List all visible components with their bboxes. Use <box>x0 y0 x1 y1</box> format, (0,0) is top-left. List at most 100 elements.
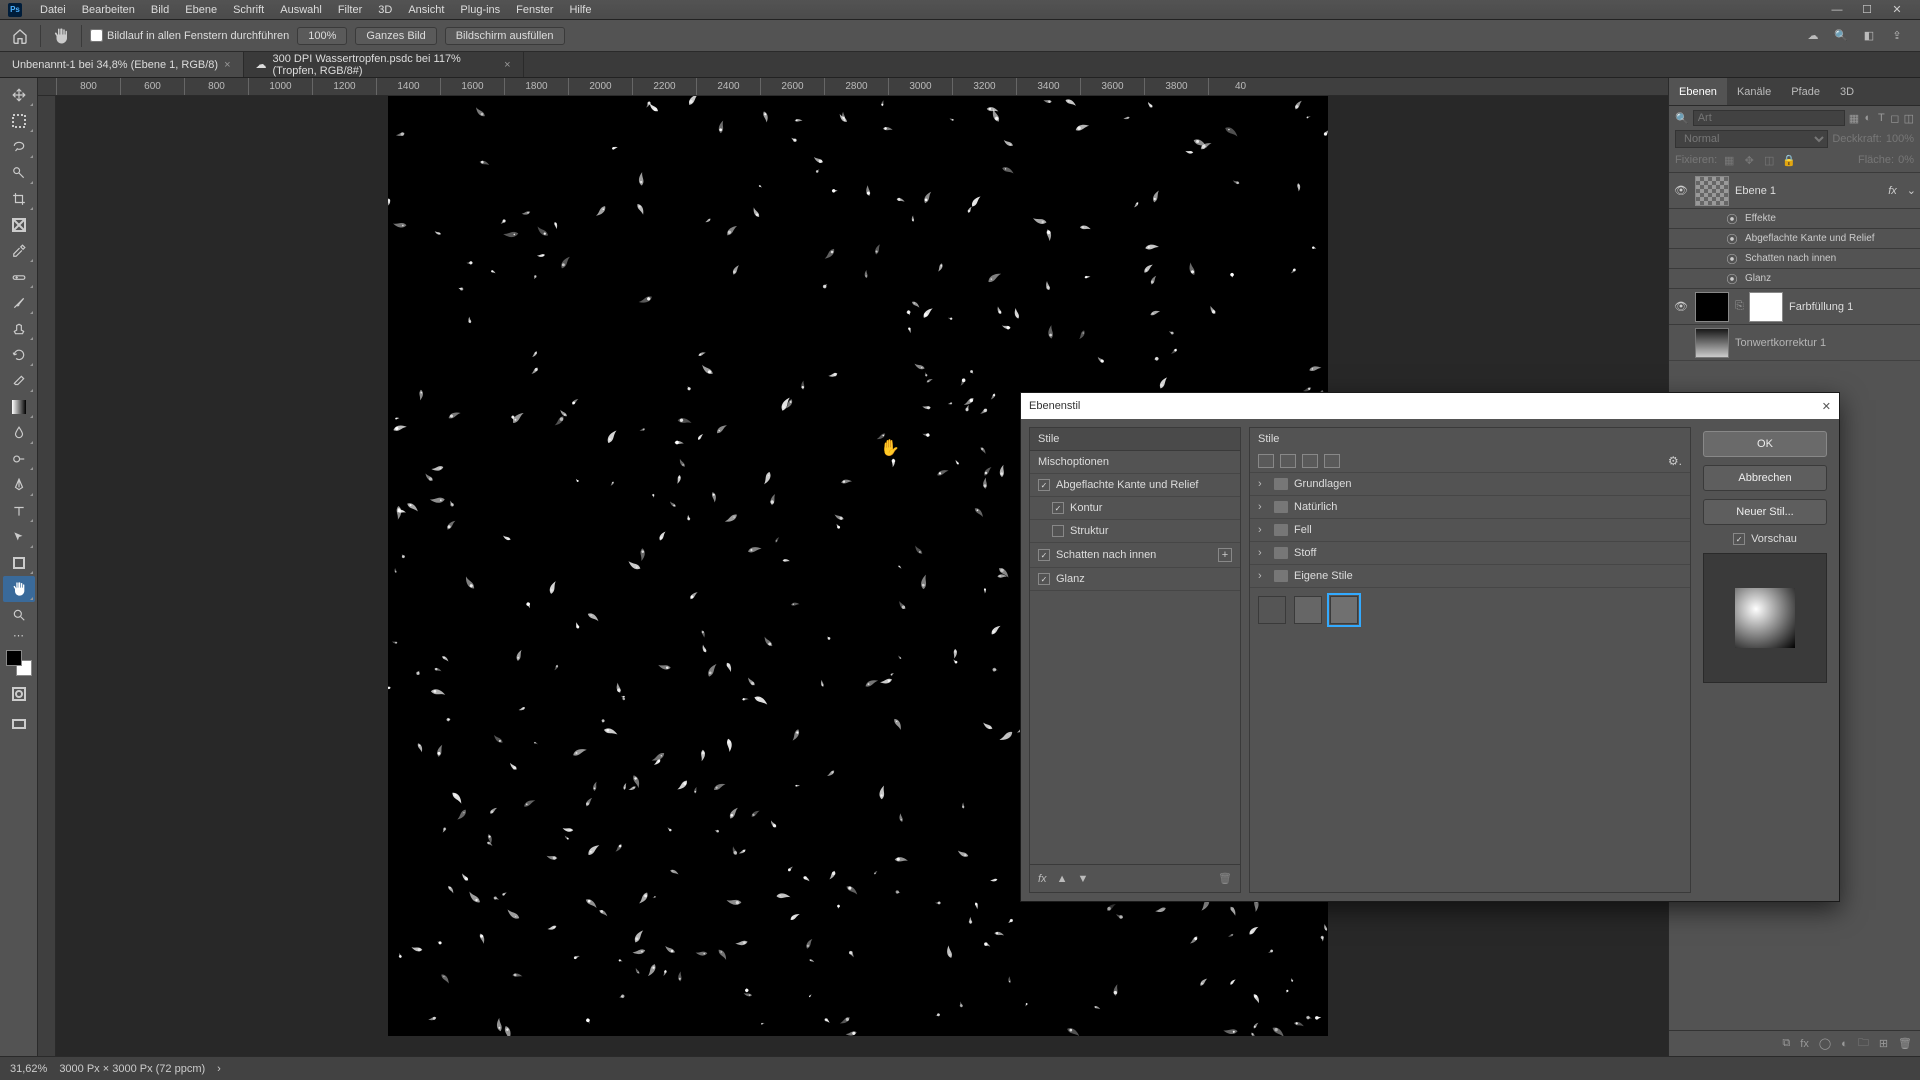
contour-item[interactable]: Kontur <box>1030 497 1240 520</box>
arrow-down-icon[interactable]: ▼ <box>1077 873 1088 885</box>
home-button[interactable] <box>8 24 32 48</box>
fx-satin[interactable]: ⦿ Glanz <box>1669 269 1920 289</box>
lasso-tool[interactable] <box>3 134 35 160</box>
close-icon[interactable]: × <box>224 59 230 71</box>
folder-stoff[interactable]: ›Stoff <box>1250 542 1690 565</box>
marquee-tool[interactable] <box>3 108 35 134</box>
mask-icon[interactable]: ◯ <box>1819 1037 1831 1050</box>
visibility-toggle[interactable]: ⦿ <box>1725 231 1739 247</box>
add-effect-icon[interactable]: + <box>1218 548 1232 562</box>
close-icon[interactable]: × <box>504 59 510 71</box>
color-swatch[interactable] <box>6 650 32 676</box>
layer-name[interactable]: Tonwertkorrektur 1 <box>1735 337 1916 349</box>
visibility-toggle[interactable]: 👁 <box>1673 184 1689 197</box>
tab-pfade[interactable]: Pfade <box>1781 78 1830 105</box>
filter-adjust-icon[interactable]: ◐ <box>1863 110 1873 126</box>
folder-natuerlich[interactable]: ›Natürlich <box>1250 496 1690 519</box>
fill-screen-button[interactable]: Bildschirm ausfüllen <box>445 27 565 45</box>
inner-shadow-item[interactable]: Schatten nach innen + <box>1030 543 1240 568</box>
visibility-toggle[interactable]: ⦿ <box>1725 271 1739 287</box>
checkbox-icon[interactable] <box>1038 573 1050 585</box>
view-small-icon[interactable] <box>1258 454 1274 468</box>
filter-type-icon[interactable]: T <box>1877 110 1887 126</box>
layer-name[interactable]: Ebene 1 <box>1735 185 1882 197</box>
window-minimize-button[interactable]: — <box>1822 1 1852 19</box>
preset-3[interactable] <box>1330 596 1358 624</box>
menu-filter[interactable]: Filter <box>330 4 370 16</box>
zoom-level[interactable]: 31,62% <box>10 1063 47 1075</box>
menu-ebene[interactable]: Ebene <box>177 4 225 16</box>
fx-inner-shadow[interactable]: ⦿ Schatten nach innen <box>1669 249 1920 269</box>
mask-thumbnail[interactable] <box>1749 292 1783 322</box>
lock-all-icon[interactable]: 🔒 <box>1781 152 1797 168</box>
layer-filter-input[interactable] <box>1693 110 1845 126</box>
hand-tool[interactable] <box>3 576 35 602</box>
menu-ansicht[interactable]: Ansicht <box>400 4 452 16</box>
layer-thumbnail[interactable] <box>1695 176 1729 206</box>
quickmask-button[interactable] <box>3 682 35 706</box>
crop-tool[interactable] <box>3 186 35 212</box>
checkbox-icon[interactable] <box>1052 502 1064 514</box>
trash-icon[interactable]: 🗑 <box>1218 872 1232 885</box>
pen-tool[interactable] <box>3 472 35 498</box>
menu-auswahl[interactable]: Auswahl <box>272 4 330 16</box>
filter-shape-icon[interactable]: ◻ <box>1890 110 1900 126</box>
ok-button[interactable]: OK <box>1703 431 1827 457</box>
lock-artboard-icon[interactable]: ◫ <box>1761 152 1777 168</box>
filter-smart-icon[interactable]: ◫ <box>1904 110 1914 126</box>
menu-schrift[interactable]: Schrift <box>225 4 272 16</box>
view-large-icon[interactable] <box>1302 454 1318 468</box>
checkbox-icon[interactable] <box>1038 479 1050 491</box>
lock-pixels-icon[interactable]: ▦ <box>1721 152 1737 168</box>
gear-icon[interactable]: ⚙. <box>1668 454 1682 468</box>
window-close-button[interactable]: ✕ <box>1882 1 1912 19</box>
screenmode-button[interactable] <box>3 712 35 736</box>
menu-bild[interactable]: Bild <box>143 4 177 16</box>
folder-fell[interactable]: ›Fell <box>1250 519 1690 542</box>
cloud-docs-icon[interactable]: ☁ <box>1804 27 1822 45</box>
visibility-toggle[interactable]: 👁 <box>1673 300 1689 313</box>
checkbox-icon[interactable] <box>1052 525 1064 537</box>
link-icon[interactable]: ⎘ <box>1735 300 1743 313</box>
zoom-100-button[interactable]: 100% <box>297 27 347 45</box>
adjustment-icon[interactable]: ◐ <box>1841 1038 1848 1050</box>
history-brush-tool[interactable] <box>3 342 35 368</box>
fx-menu-icon[interactable]: fx <box>1038 873 1047 885</box>
document-tab-2[interactable]: ☁ 300 DPI Wassertropfen.psdc bei 117% (T… <box>244 52 524 77</box>
workspace-icon[interactable]: ◧ <box>1860 27 1878 45</box>
gradient-tool[interactable] <box>3 394 35 420</box>
eraser-tool[interactable] <box>3 368 35 394</box>
preset-2[interactable] <box>1294 596 1322 624</box>
blending-options-item[interactable]: Mischoptionen <box>1030 451 1240 474</box>
effects-header[interactable]: ⦿ Effekte <box>1669 209 1920 229</box>
link-layers-icon[interactable]: ⧉ <box>1782 1037 1790 1050</box>
blend-mode-select[interactable]: Normal <box>1675 130 1828 148</box>
cancel-button[interactable]: Abbrechen <box>1703 465 1827 491</box>
dodge-tool[interactable] <box>3 446 35 472</box>
clone-stamp-tool[interactable] <box>3 316 35 342</box>
satin-item[interactable]: Glanz <box>1030 568 1240 591</box>
menu-bearbeiten[interactable]: Bearbeiten <box>74 4 143 16</box>
chevron-down-icon[interactable]: ⌄ <box>1907 184 1916 197</box>
search-icon[interactable]: 🔍 <box>1832 27 1850 45</box>
layer-farbfuellung[interactable]: 👁 ⎘ Farbfüllung 1 <box>1669 289 1920 325</box>
scroll-all-windows-checkbox[interactable]: Bildlauf in allen Fenstern durchführen <box>90 29 289 42</box>
fit-screen-button[interactable]: Ganzes Bild <box>355 27 436 45</box>
fx-badge[interactable]: fx <box>1888 185 1897 197</box>
document-dimensions[interactable]: 3000 Px × 3000 Px (72 ppcm) <box>59 1063 205 1075</box>
group-icon[interactable]: 🗀 <box>1858 1034 1869 1053</box>
chevron-right-icon[interactable]: › <box>217 1063 221 1075</box>
view-medium-icon[interactable] <box>1280 454 1296 468</box>
new-style-button[interactable]: Neuer Stil... <box>1703 499 1827 525</box>
new-layer-icon[interactable]: ⊞ <box>1879 1037 1888 1050</box>
dialog-titlebar[interactable]: Ebenenstil ✕ <box>1021 393 1839 419</box>
folder-eigene-stile[interactable]: ›Eigene Stile <box>1250 565 1690 588</box>
frame-tool[interactable] <box>3 212 35 238</box>
fill-thumbnail[interactable] <box>1695 292 1729 322</box>
move-tool[interactable] <box>3 82 35 108</box>
document-tab-1[interactable]: Unbenannt-1 bei 34,8% (Ebene 1, RGB/8) × <box>0 52 244 77</box>
share-icon[interactable]: ⇪ <box>1888 27 1906 45</box>
checkbox-icon[interactable] <box>1733 533 1745 545</box>
brush-tool[interactable] <box>3 290 35 316</box>
healing-brush-tool[interactable] <box>3 264 35 290</box>
